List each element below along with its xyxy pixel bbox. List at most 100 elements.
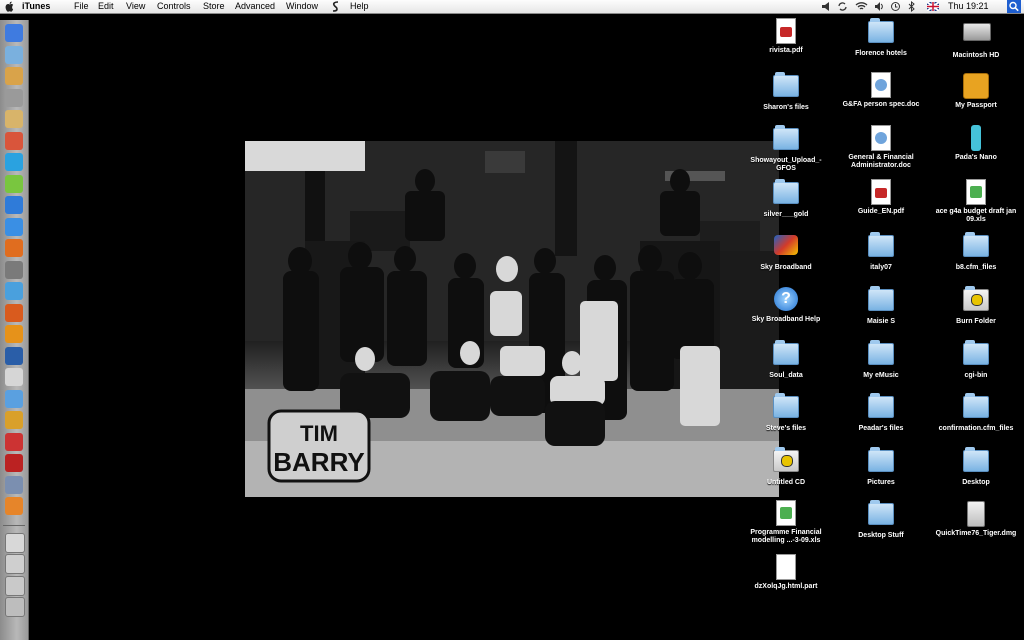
dock-ichat-icon[interactable]	[5, 174, 23, 193]
desktop-item-label: Desktop Stuff	[858, 532, 904, 540]
desktop-item-drive[interactable]: Macintosh HD	[931, 18, 1021, 60]
dock-safari-icon[interactable]	[5, 389, 23, 408]
desktop-item-xls[interactable]: Programme Financial modelling ...-3-09.x…	[741, 500, 831, 545]
desktop-item-folder[interactable]: cgi-bin	[931, 339, 1021, 380]
dock-skype-icon[interactable]	[5, 153, 23, 171]
dock-time-machine-icon[interactable]	[5, 411, 23, 429]
desktop-item-file[interactable]: dzXolqJg.html.part	[741, 554, 831, 591]
dock-iphoto-2-icon[interactable]	[5, 475, 23, 494]
folder-icon	[868, 18, 894, 43]
dock-photo-booth-icon[interactable]	[5, 454, 23, 472]
uk-flag-icon[interactable]	[927, 2, 939, 11]
desktop-item-ipod[interactable]: Pada's Nano	[931, 125, 1021, 162]
dock-separator	[3, 524, 25, 526]
dock-mail-icon[interactable]	[5, 45, 23, 64]
dock-photoshop-icon[interactable]	[5, 346, 23, 365]
dock-word-icon[interactable]	[5, 196, 23, 214]
menu-window[interactable]: Window	[286, 0, 318, 13]
burn-folder-icon	[773, 446, 799, 472]
desktop-item-folder[interactable]: Showayout_Upload_-GFOS	[741, 125, 831, 173]
app-menu-itunes[interactable]: iTunes	[22, 0, 50, 13]
dock-sync-icon[interactable]	[5, 282, 23, 300]
folder-icon	[868, 232, 894, 258]
desktop-item-label: General & Financial Administrator.doc	[848, 154, 914, 170]
desktop-item-folder[interactable]: silver___gold	[741, 178, 831, 219]
desktop-item-app-sky[interactable]: Sky Broadband	[741, 232, 831, 272]
dock-firefox-icon[interactable]	[5, 239, 23, 257]
menu-edit[interactable]: Edit	[98, 0, 114, 13]
desktop-item-folder[interactable]: Desktop Stuff	[836, 500, 926, 540]
spotlight-button[interactable]	[1007, 0, 1021, 13]
menu-controls[interactable]: Controls	[157, 0, 191, 13]
menu-file[interactable]: File	[74, 0, 89, 13]
desktop-item-folder[interactable]: Peadar's files	[836, 393, 926, 433]
dock-chess-icon[interactable]	[5, 432, 23, 451]
dock-itunes-icon[interactable]	[5, 217, 23, 236]
desktop-item-label: Programme Financial modelling ...-3-09.x…	[750, 529, 822, 545]
desktop-item-folder[interactable]: My eMusic	[836, 339, 926, 380]
desktop-item-help[interactable]: ? Sky Broadband Help	[741, 286, 831, 324]
desktop-item-label: Sky Broadband Help	[751, 316, 821, 323]
desktop-item-label: Sky Broadband	[760, 264, 812, 272]
dock-ical-icon[interactable]	[5, 131, 23, 150]
folder-icon	[963, 393, 989, 419]
menubar-clock[interactable]: Thu 19:21	[948, 0, 989, 13]
bluetooth-icon[interactable]	[908, 1, 916, 12]
desktop-item-label: Pada's Nano	[955, 154, 997, 162]
dock-preview-icon[interactable]	[5, 110, 23, 128]
dock-applications-icon[interactable]	[5, 575, 25, 596]
desktop-item-label: Florence hotels	[855, 50, 907, 57]
desktop-item-doc[interactable]: G&FA person spec.doc	[836, 71, 926, 109]
desktop-item-label: My Passport	[955, 101, 997, 109]
desktop-item-label: My eMusic	[863, 371, 899, 379]
desktop-item-dmg[interactable]: QuickTime76_Tiger.dmg	[931, 500, 1021, 538]
desktop-item-xls[interactable]: ace g4a budget draft jan 09.xls	[931, 178, 1021, 224]
sync-icon[interactable]	[838, 1, 847, 12]
apple-menu-icon[interactable]	[5, 1, 15, 12]
dock-documents-icon[interactable]	[5, 554, 25, 574]
wifi-icon[interactable]	[855, 1, 868, 12]
desktop-item-folder[interactable]: Desktop	[931, 446, 1021, 487]
desktop-item-folder[interactable]: Pictures	[836, 446, 926, 487]
desktop-item-burn[interactable]: Burn Folder	[931, 286, 1021, 326]
script-menu-icon[interactable]	[331, 1, 341, 12]
excel-spreadsheet-icon	[966, 178, 986, 205]
desktop-item-folder[interactable]: b8.cfm_files	[931, 232, 1021, 272]
menu-view[interactable]: View	[126, 0, 145, 13]
desktop-item-pdf[interactable]: rivista.pdf	[741, 18, 831, 55]
ipod-nano-icon	[971, 125, 981, 152]
menu-advanced[interactable]: Advanced	[235, 0, 275, 13]
desktop-item-folder[interactable]: italy07	[836, 232, 926, 272]
dock-trash-icon[interactable]	[5, 597, 25, 617]
desktop-item-folder[interactable]: Soul_data	[741, 339, 831, 380]
desktop-item-folder[interactable]: confirmation.cfm_files	[931, 393, 1021, 433]
volume-icon[interactable]	[874, 1, 884, 12]
folder-icon	[773, 71, 799, 97]
dock-finder-icon[interactable]	[5, 24, 23, 42]
bluetooth-audio-icon[interactable]	[821, 1, 833, 12]
desktop-item-label: QuickTime76_Tiger.dmg	[935, 530, 1017, 538]
hard-drive-icon	[963, 23, 991, 41]
dock-messenger-icon[interactable]	[5, 303, 23, 322]
desktop-item-folder[interactable]: Sharon's files	[741, 71, 831, 112]
dock-textedit-icon[interactable]	[5, 368, 23, 386]
dock-address-book-icon[interactable]	[5, 88, 23, 107]
desktop-item-pdf[interactable]: Guide_EN.pdf	[836, 178, 926, 216]
desktop-item-ext-drive[interactable]: My Passport	[931, 72, 1021, 110]
desktop-wallpaper-photo: TIM BARRY	[245, 141, 779, 497]
dock-system-prefs-icon[interactable]	[5, 260, 23, 279]
menu-store[interactable]: Store	[203, 0, 225, 13]
desktop-item-doc[interactable]: General & Financial Administrator.doc	[836, 125, 926, 170]
dock-iphoto-icon[interactable]	[5, 67, 23, 85]
svg-text:BARRY: BARRY	[273, 447, 364, 477]
desktop-item-folder[interactable]: Florence hotels	[836, 18, 926, 58]
desktop-item-folder[interactable]: Steve's files	[741, 393, 831, 433]
menu-help[interactable]: Help	[350, 0, 369, 13]
time-machine-icon[interactable]	[890, 1, 901, 12]
dock-downloads-icon[interactable]	[5, 532, 25, 553]
dock-vlc-icon[interactable]	[5, 325, 23, 343]
desktop-item-burn[interactable]: Untitled CD	[741, 446, 831, 487]
desktop-item-folder[interactable]: Maisie S	[836, 286, 926, 326]
group-photo-image: TIM BARRY	[245, 141, 779, 497]
dock-phone-icon[interactable]	[5, 497, 23, 515]
